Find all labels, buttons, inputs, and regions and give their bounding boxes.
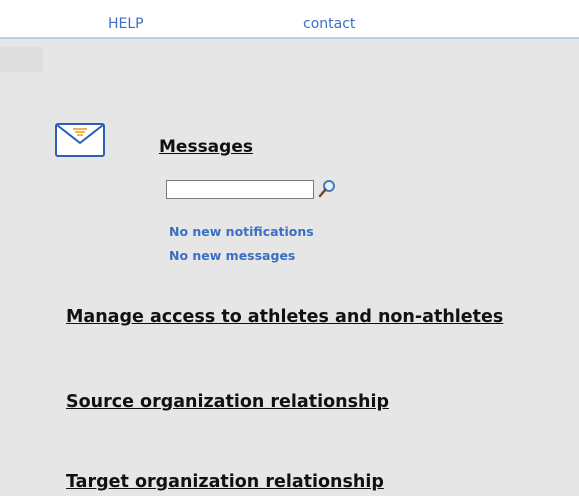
no-notifications-link[interactable]: No new notifications <box>169 224 314 239</box>
manage-access-link[interactable]: Manage access to athletes and non-athlet… <box>66 306 503 328</box>
envelope-icon[interactable] <box>55 123 105 157</box>
top-nav-bar: HELP contact <box>0 0 579 39</box>
help-link[interactable]: HELP <box>108 16 144 33</box>
no-messages-link[interactable]: No new messages <box>169 248 295 263</box>
message-search-input[interactable] <box>166 180 314 199</box>
search-icon[interactable] <box>317 179 337 199</box>
contact-link[interactable]: contact <box>303 16 355 33</box>
messages-title[interactable]: Messages <box>159 137 253 157</box>
corner-block <box>0 47 43 72</box>
target-organization-link[interactable]: Target organization relationship <box>66 471 384 493</box>
source-organization-link[interactable]: Source organization relationship <box>66 391 389 413</box>
